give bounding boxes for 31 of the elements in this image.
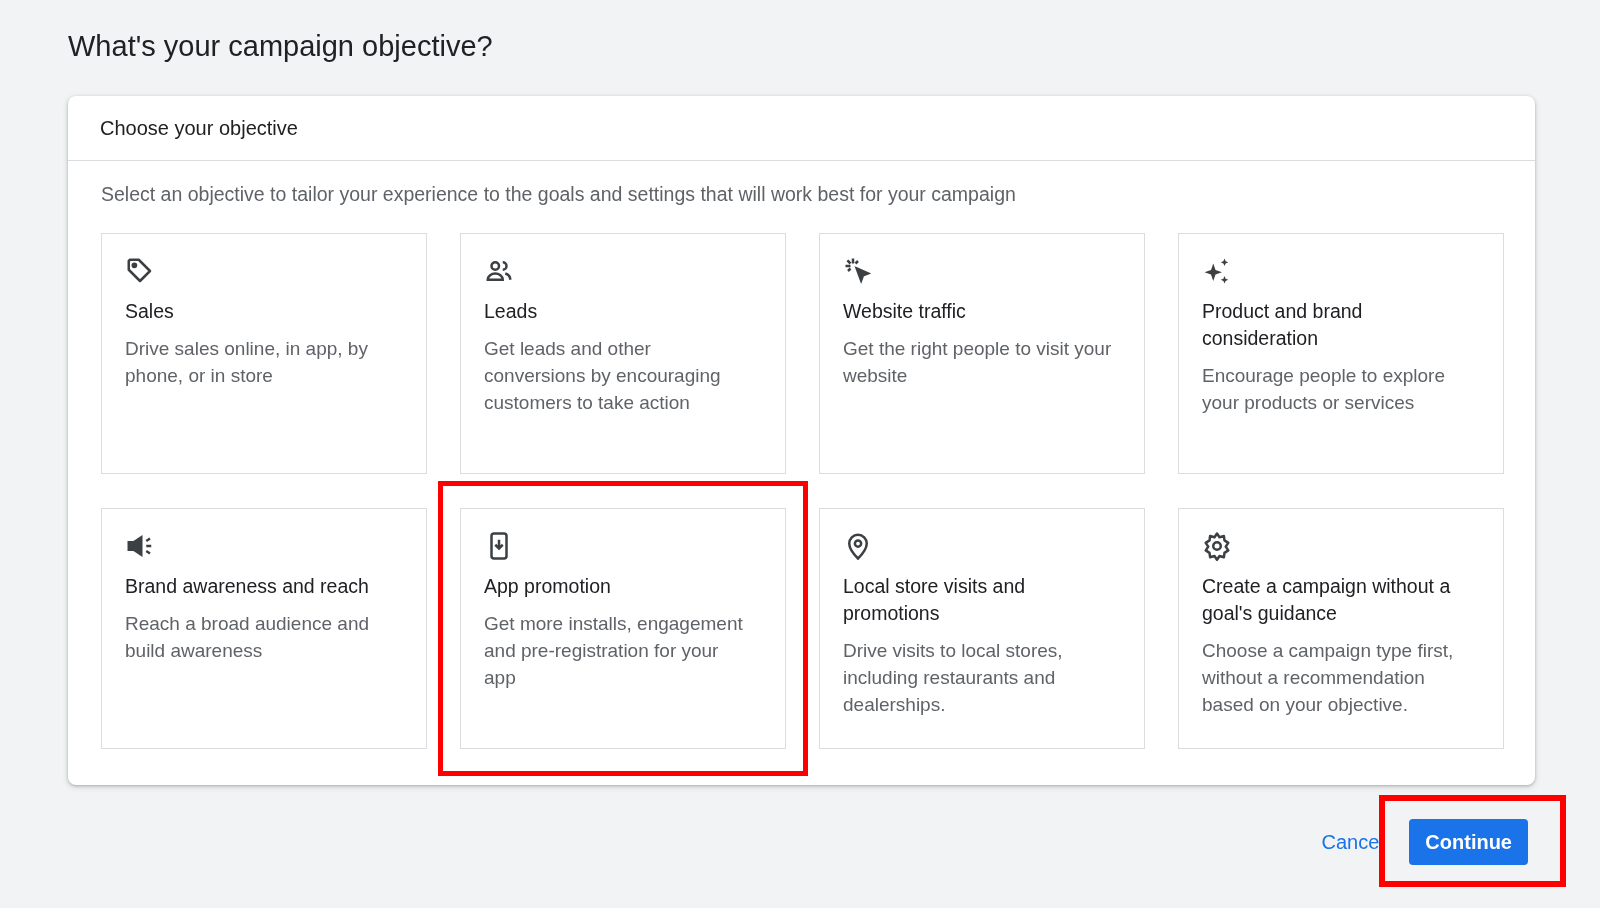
objective-description: Get the right people to visit your website bbox=[843, 337, 1113, 388]
objective-description: Choose a campaign type first, without a recommendation based on your objective. bbox=[1202, 639, 1455, 717]
settings-icon bbox=[1202, 531, 1232, 561]
objective-card[interactable]: Local store visits and promotions Drive visits to local stores, including restaurants and dealerships. bbox=[819, 508, 1145, 749]
cancel-link[interactable]: Cance bbox=[1321, 830, 1380, 854]
objective-card[interactable]: Product and brand consideration Encourage people to explore your products or services bbox=[1178, 233, 1504, 474]
objective-title: Sales bbox=[125, 299, 175, 324]
objective-title: Product and brand consideration bbox=[1202, 299, 1364, 351]
objective-card[interactable]: Website traffic Get the right people to visit your website bbox=[819, 233, 1145, 474]
panel-description: Select an objective to tailor your experience to the goals and settings that will work best for your campaign bbox=[101, 182, 1017, 207]
objective-title: Brand awareness and reach bbox=[125, 574, 370, 599]
objective-description: Drive sales online, in app, by phone, or in store bbox=[125, 337, 369, 388]
objective-description: Get leads and other conversions by encouraging customers to take action bbox=[484, 337, 722, 415]
objective-card[interactable]: Leads Get leads and other conversions by encouraging customers to take action bbox=[460, 233, 786, 474]
objective-description: Get more installs, engagement and pre-registration for your app bbox=[484, 612, 744, 690]
objective-title: App promotion bbox=[484, 574, 612, 599]
objective-title: Leads bbox=[484, 299, 539, 324]
objective-card[interactable]: App promotion Get more installs, engagement and pre-registration for your app bbox=[460, 508, 786, 749]
page-title: What's your campaign objective? bbox=[68, 29, 494, 64]
panel-title: Choose your objective bbox=[100, 116, 298, 140]
objective-title: Create a campaign without a goal's guidance bbox=[1202, 574, 1452, 626]
objective-description: Drive visits to local stores, including restaurants and dealerships. bbox=[843, 639, 1064, 717]
objective-title: Local store visits and promotions bbox=[843, 574, 1027, 626]
cursor-click-icon bbox=[843, 256, 873, 286]
objective-card[interactable]: Brand awareness and reach Reach a broad audience and build awareness bbox=[101, 508, 427, 749]
objective-card[interactable]: Create a campaign without a goal's guidance Choose a campaign type first, without a recommendation based on your objective. bbox=[1178, 508, 1504, 749]
objective-description: Encourage people to explore your products or services bbox=[1202, 364, 1446, 415]
objective-description: Reach a broad audience and build awareness bbox=[125, 612, 371, 663]
objective-card[interactable]: Sales Drive sales online, in app, by phone, or in store bbox=[101, 233, 427, 474]
objective-title: Website traffic bbox=[843, 299, 967, 324]
continue-button[interactable]: Continue bbox=[1409, 819, 1528, 865]
